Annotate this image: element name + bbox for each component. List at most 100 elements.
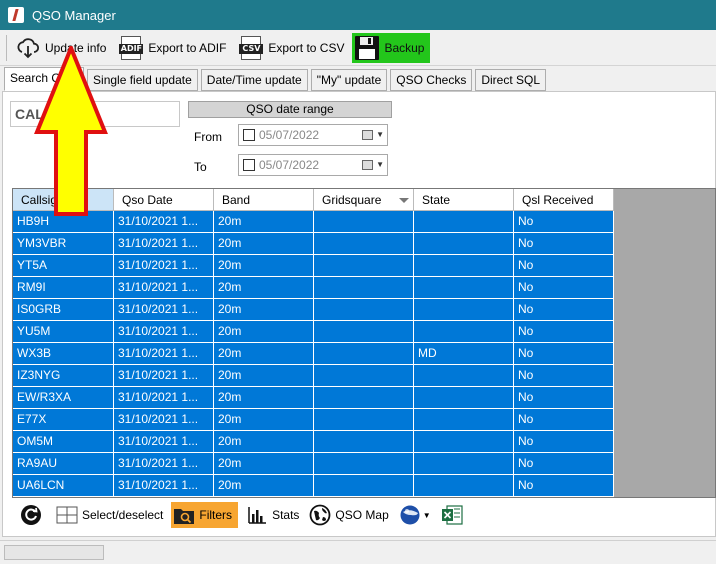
- cell-qso-date[interactable]: 31/10/2021 1...: [114, 475, 214, 497]
- column-header-gridsquare[interactable]: Gridsquare: [314, 189, 414, 211]
- cell-callsign[interactable]: IZ3NYG: [13, 365, 114, 387]
- update-info-button[interactable]: Update info: [11, 33, 110, 63]
- cell-qso-date[interactable]: 31/10/2021 1...: [114, 343, 214, 365]
- table-row[interactable]: HB9H 31/10/2021 1... 20m No: [13, 211, 614, 233]
- filters-button[interactable]: Filters: [171, 502, 239, 528]
- excel-export-button[interactable]: [439, 502, 469, 528]
- cell-band[interactable]: 20m: [214, 255, 314, 277]
- cell-state[interactable]: [414, 409, 514, 431]
- cell-qsl-received[interactable]: No: [514, 277, 614, 299]
- table-row[interactable]: RM9I 31/10/2021 1... 20m No: [13, 277, 614, 299]
- callsign-search-input[interactable]: CAL: [10, 101, 180, 127]
- cell-band[interactable]: 20m: [214, 299, 314, 321]
- cell-band[interactable]: 20m: [214, 365, 314, 387]
- cell-callsign[interactable]: YT5A: [13, 255, 114, 277]
- cell-qso-date[interactable]: 31/10/2021 1...: [114, 321, 214, 343]
- cell-gridsquare[interactable]: [314, 365, 414, 387]
- cell-gridsquare[interactable]: [314, 211, 414, 233]
- cell-qsl-received[interactable]: No: [514, 211, 614, 233]
- cell-gridsquare[interactable]: [314, 387, 414, 409]
- tab-qso-checks[interactable]: QSO Checks: [390, 69, 473, 91]
- from-date-checkbox[interactable]: [243, 129, 255, 141]
- cell-state[interactable]: [414, 475, 514, 497]
- cell-state[interactable]: [414, 233, 514, 255]
- cell-qso-date[interactable]: 31/10/2021 1...: [114, 365, 214, 387]
- tab-direct-sql[interactable]: Direct SQL: [475, 69, 547, 91]
- cell-qsl-received[interactable]: No: [514, 299, 614, 321]
- cell-band[interactable]: 20m: [214, 475, 314, 497]
- table-row[interactable]: RA9AU 31/10/2021 1... 20m No: [13, 453, 614, 475]
- cell-gridsquare[interactable]: [314, 321, 414, 343]
- cell-callsign[interactable]: E77X: [13, 409, 114, 431]
- table-row[interactable]: IZ3NYG 31/10/2021 1... 20m No: [13, 365, 614, 387]
- cell-callsign[interactable]: RA9AU: [13, 453, 114, 475]
- cell-qsl-received[interactable]: No: [514, 365, 614, 387]
- cell-qso-date[interactable]: 31/10/2021 1...: [114, 299, 214, 321]
- qso-map-button[interactable]: QSO Map: [307, 502, 390, 528]
- cell-qsl-received[interactable]: No: [514, 431, 614, 453]
- backup-button[interactable]: Backup: [352, 32, 431, 63]
- google-earth-dropdown[interactable]: ▼: [397, 502, 433, 528]
- cell-state[interactable]: MD: [414, 343, 514, 365]
- cell-band[interactable]: 20m: [214, 321, 314, 343]
- cell-qso-date[interactable]: 31/10/2021 1...: [114, 255, 214, 277]
- cell-qsl-received[interactable]: No: [514, 409, 614, 431]
- tab-single-field-update[interactable]: Single field update: [87, 69, 198, 91]
- table-row[interactable]: WX3B 31/10/2021 1... 20m MD No: [13, 343, 614, 365]
- cell-qsl-received[interactable]: No: [514, 453, 614, 475]
- tab-search-qso[interactable]: Search QSO: [4, 67, 85, 91]
- cell-band[interactable]: 20m: [214, 277, 314, 299]
- cell-qso-date[interactable]: 31/10/2021 1...: [114, 453, 214, 475]
- cell-state[interactable]: [414, 211, 514, 233]
- export-adif-button[interactable]: ADIF Export to ADIF: [114, 33, 230, 63]
- cell-callsign[interactable]: HB9H: [13, 211, 114, 233]
- cell-band[interactable]: 20m: [214, 409, 314, 431]
- cell-qsl-received[interactable]: No: [514, 255, 614, 277]
- cell-gridsquare[interactable]: [314, 409, 414, 431]
- column-header-band[interactable]: Band: [214, 189, 314, 211]
- cell-gridsquare[interactable]: [314, 475, 414, 497]
- table-row[interactable]: YU5M 31/10/2021 1... 20m No: [13, 321, 614, 343]
- cell-gridsquare[interactable]: [314, 343, 414, 365]
- cell-state[interactable]: [414, 321, 514, 343]
- export-csv-button[interactable]: CSV Export to CSV: [234, 33, 348, 63]
- cell-gridsquare[interactable]: [314, 431, 414, 453]
- table-row[interactable]: IS0GRB 31/10/2021 1... 20m No: [13, 299, 614, 321]
- cell-gridsquare[interactable]: [314, 277, 414, 299]
- table-row[interactable]: UA6LCN 31/10/2021 1... 20m No: [13, 475, 614, 497]
- cell-callsign[interactable]: RM9I: [13, 277, 114, 299]
- column-header-qso-date[interactable]: Qso Date: [114, 189, 214, 211]
- cell-gridsquare[interactable]: [314, 453, 414, 475]
- table-row[interactable]: YT5A 31/10/2021 1... 20m No: [13, 255, 614, 277]
- filter-arrow-icon[interactable]: [399, 198, 409, 203]
- cell-callsign[interactable]: YM3VBR: [13, 233, 114, 255]
- cell-callsign[interactable]: EW/R3XA: [13, 387, 114, 409]
- cell-callsign[interactable]: WX3B: [13, 343, 114, 365]
- stats-button[interactable]: Stats: [244, 502, 301, 528]
- cell-callsign[interactable]: IS0GRB: [13, 299, 114, 321]
- to-date-picker[interactable]: 05/07/2022 ▼: [238, 154, 388, 176]
- refresh-button[interactable]: [18, 502, 48, 528]
- table-row[interactable]: EW/R3XA 31/10/2021 1... 20m No: [13, 387, 614, 409]
- select-deselect-button[interactable]: Select/deselect: [54, 502, 165, 528]
- cell-qso-date[interactable]: 31/10/2021 1...: [114, 387, 214, 409]
- cell-state[interactable]: [414, 387, 514, 409]
- tab-my-update[interactable]: "My" update: [310, 69, 388, 91]
- column-header-state[interactable]: State: [414, 189, 514, 211]
- cell-callsign[interactable]: UA6LCN: [13, 475, 114, 497]
- cell-band[interactable]: 20m: [214, 233, 314, 255]
- tab-date-time-update[interactable]: Date/Time update: [200, 69, 308, 91]
- cell-band[interactable]: 20m: [214, 453, 314, 475]
- cell-state[interactable]: [414, 453, 514, 475]
- cell-qso-date[interactable]: 31/10/2021 1...: [114, 211, 214, 233]
- cell-band[interactable]: 20m: [214, 211, 314, 233]
- table-row[interactable]: OM5M 31/10/2021 1... 20m No: [13, 431, 614, 453]
- cell-gridsquare[interactable]: [314, 233, 414, 255]
- cell-qsl-received[interactable]: No: [514, 343, 614, 365]
- cell-qsl-received[interactable]: No: [514, 233, 614, 255]
- cell-qso-date[interactable]: 31/10/2021 1...: [114, 277, 214, 299]
- qso-grid[interactable]: Callsign Qso Date Band Gridsquare State …: [12, 188, 716, 498]
- cell-qso-date[interactable]: 31/10/2021 1...: [114, 233, 214, 255]
- to-date-checkbox[interactable]: [243, 159, 255, 171]
- table-row[interactable]: E77X 31/10/2021 1... 20m No: [13, 409, 614, 431]
